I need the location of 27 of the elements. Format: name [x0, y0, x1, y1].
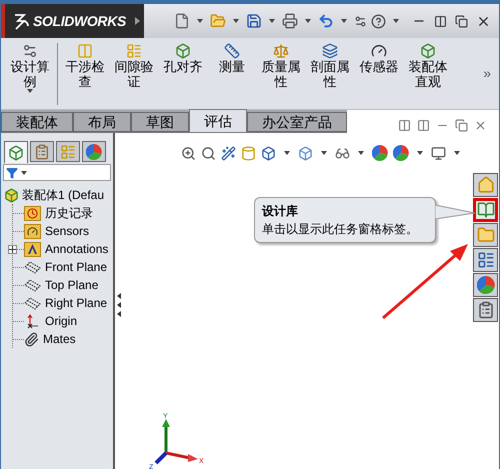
- tree-item[interactable]: Top Plane: [45, 276, 98, 294]
- tree-item[interactable]: Front Plane: [45, 258, 108, 276]
- tab[interactable]: 办公室产品: [247, 112, 347, 132]
- more-chevron[interactable]: »: [483, 63, 491, 84]
- toolbar-button[interactable]: 传感器: [356, 43, 402, 74]
- toolbar-button[interactable]: 间隙验证: [111, 43, 157, 89]
- tree-item[interactable]: Origin: [45, 312, 78, 330]
- tree-item[interactable]: Right Plane: [45, 294, 108, 312]
- toolbar-button[interactable]: 测量: [209, 43, 255, 74]
- toolbar-button[interactable]: 装配体直观: [405, 43, 451, 89]
- tab[interactable]: 装配体: [1, 112, 73, 132]
- tree-item[interactable]: Sensors: [45, 222, 90, 240]
- tree-root-label[interactable]: 装配体1 (Defau: [22, 186, 104, 204]
- toolbar-button[interactable]: 质量属性: [258, 43, 304, 89]
- tab[interactable]: 草图: [131, 112, 189, 132]
- toolbar-button[interactable]: 剖面属性: [307, 43, 353, 89]
- tree-item[interactable]: Annotations: [45, 240, 108, 258]
- toolbar-button[interactable]: 干涉检查: [62, 43, 108, 89]
- tab[interactable]: 评估: [189, 109, 247, 132]
- tree-item[interactable]: Mates: [43, 330, 76, 348]
- tooltip-text: 单击以显示此任务窗格标签。: [262, 221, 419, 238]
- tab[interactable]: 布局: [73, 112, 131, 132]
- logo-text: SOLIDWORKS: [33, 12, 126, 30]
- tooltip-title: 设计库: [262, 203, 299, 220]
- toolbar-button[interactable]: 设计算例: [7, 43, 53, 93]
- tree-item[interactable]: 历史记录: [45, 204, 93, 222]
- toolbar-button[interactable]: 孔对齐: [160, 43, 206, 74]
